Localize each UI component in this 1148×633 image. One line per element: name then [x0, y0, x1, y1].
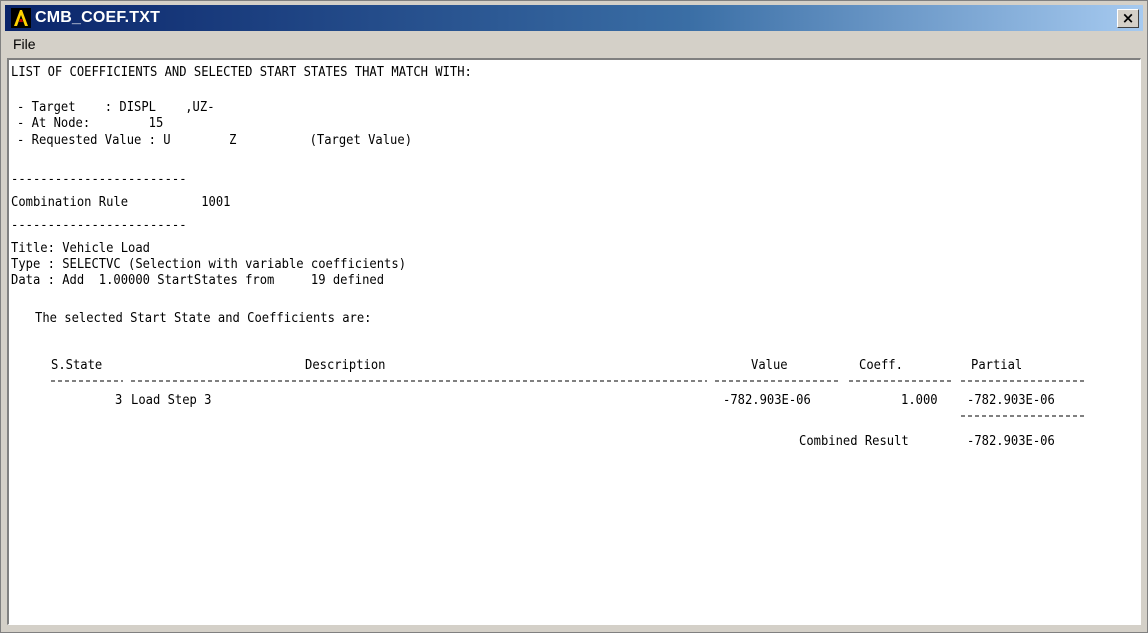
row-value: -782.903E-06 [723, 392, 811, 408]
at-node-line: - At Node: 15 [17, 115, 164, 131]
separator-top: ------------------------ [11, 171, 187, 187]
report-header: LIST OF COEFFICIENTS AND SELECTED START … [11, 64, 472, 80]
combined-result-value: -782.903E-06 [967, 433, 1055, 449]
report-text-area[interactable]: LIST OF COEFFICIENTS AND SELECTED START … [7, 58, 1141, 625]
requested-value-line: - Requested Value : U Z (Target Value) [17, 132, 413, 148]
col-header-sstate: S.State [51, 357, 103, 373]
col-header-coeff: Coeff. [859, 357, 903, 373]
close-icon: × [1121, 9, 1135, 27]
selected-intro: The selected Start State and Coefficient… [35, 310, 372, 326]
col-header-value: Value [751, 357, 788, 373]
combined-result-label: Combined Result [799, 433, 909, 449]
col-header-description: Description [305, 357, 386, 373]
col-header-partial: Partial [971, 357, 1023, 373]
title-line: Title: Vehicle Load [11, 240, 150, 256]
row-partial: -782.903E-06 [967, 392, 1055, 408]
row-coeff: 1.000 [901, 392, 938, 408]
report-window: CMB_COEF.TXT × File LIST OF COEFFICIENTS… [0, 0, 1148, 633]
title-bar[interactable]: CMB_COEF.TXT × [5, 5, 1143, 31]
close-button[interactable]: × [1117, 9, 1139, 28]
row-description: Load Step 3 [131, 392, 212, 408]
row-sstate: 3 [115, 392, 123, 408]
ansys-logo-icon [11, 8, 31, 28]
target-line: - Target : DISPL ,UZ- [17, 99, 215, 115]
data-line: Data : Add 1.00000 StartStates from 19 d… [11, 272, 385, 288]
menu-item-file[interactable]: File [13, 35, 36, 53]
window-title: CMB_COEF.TXT [35, 9, 161, 26]
menu-bar: File [5, 32, 1143, 56]
type-line: Type : SELECTVC (Selection with variable… [11, 256, 407, 272]
separator-bottom: ------------------------ [11, 217, 187, 233]
combination-rule-line: Combination Rule 1001 [11, 194, 231, 210]
table-header-underline [51, 380, 1085, 382]
result-underline [961, 415, 1085, 417]
